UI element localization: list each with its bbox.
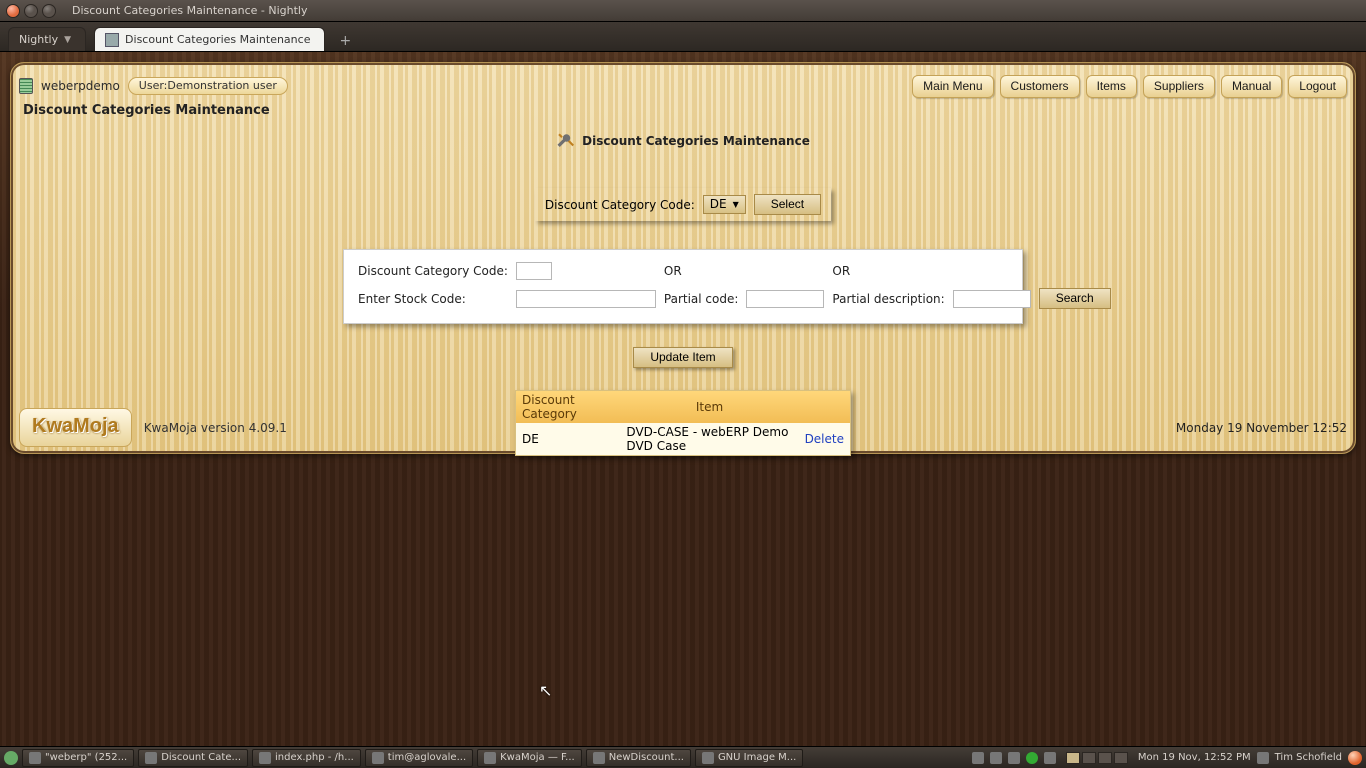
task-label: GNU Image M... [718, 752, 796, 763]
window-title: Discount Categories Maintenance - Nightl… [72, 4, 308, 17]
start-icon[interactable] [4, 751, 18, 765]
partial-code-label: Partial code: [660, 284, 743, 313]
window-minimize-icon[interactable] [24, 4, 38, 18]
clock[interactable]: Mon 19 Nov, 12:52 PM [1138, 752, 1251, 763]
breadcrumb: weberpdemo User:Demonstration user [19, 77, 288, 95]
tools-icon [556, 132, 574, 150]
cat-code-label: Discount Category Code: [354, 258, 512, 284]
update-item-button[interactable]: Update Item [633, 347, 732, 368]
top-nav: Main Menu Customers Items Suppliers Manu… [912, 75, 1347, 98]
task-label: KwaMoja — F... [500, 752, 575, 763]
tab-active-label: Discount Categories Maintenance [125, 33, 310, 46]
search-button[interactable]: Search [1039, 288, 1111, 309]
user-name: Demonstration user [167, 79, 277, 92]
window-close-icon[interactable] [6, 4, 20, 18]
stock-code-input[interactable] [516, 290, 656, 308]
task-item[interactable]: NewDiscount... [586, 749, 691, 767]
task-item[interactable]: index.php - /h... [252, 749, 361, 767]
new-tab-button[interactable]: + [333, 33, 357, 51]
task-item[interactable]: Discount Cate... [138, 749, 248, 767]
nav-customers[interactable]: Customers [1000, 75, 1080, 98]
app-icon [29, 752, 41, 764]
cat-code-input[interactable] [516, 262, 552, 280]
nav-items[interactable]: Items [1086, 75, 1137, 98]
app-card: weberpdemo User:Demonstration user Main … [10, 62, 1356, 454]
session-user[interactable]: Tim Schofield [1275, 752, 1342, 763]
select-label: Discount Category Code: [545, 198, 695, 212]
user-chip[interactable]: User:Demonstration user [128, 77, 288, 95]
search-panel: Discount Category Code: OR OR Enter Stoc… [343, 249, 1023, 324]
page-icon [105, 33, 119, 47]
select-row: Discount Category Code: DE ▼ Select [19, 188, 1347, 221]
tray-icon[interactable] [1257, 752, 1269, 764]
task-item[interactable]: tim@aglovale... [365, 749, 473, 767]
chevron-down-icon: ▼ [733, 200, 739, 209]
task-label: tim@aglovale... [388, 752, 466, 763]
app-header: weberpdemo User:Demonstration user Main … [19, 71, 1347, 101]
tab-nightly[interactable]: Nightly ▼ [8, 27, 86, 51]
task-label: NewDiscount... [609, 752, 684, 763]
browser-tabstrip: Nightly ▼ Discount Categories Maintenanc… [0, 22, 1366, 52]
window-maximize-icon[interactable] [42, 4, 56, 18]
task-item[interactable]: "weberp" (252... [22, 749, 134, 767]
category-code-value: DE [710, 197, 727, 211]
os-taskbar: "weberp" (252... Discount Cate... index.… [0, 746, 1366, 768]
chevron-down-icon: ▼ [64, 35, 71, 45]
system-tray: Mon 19 Nov, 12:52 PM Tim Schofield [972, 751, 1362, 765]
nav-logout[interactable]: Logout [1288, 75, 1347, 98]
partial-desc-label: Partial description: [828, 284, 948, 313]
power-icon[interactable] [1348, 751, 1362, 765]
window-titlebar: Discount Categories Maintenance - Nightl… [0, 0, 1366, 22]
partial-desc-input[interactable] [953, 290, 1031, 308]
workspace-switcher[interactable] [1066, 752, 1128, 764]
version-text: KwaMoja version 4.09.1 [144, 421, 287, 435]
task-item[interactable]: KwaMoja — F... [477, 749, 582, 767]
category-code-select[interactable]: DE ▼ [703, 195, 746, 214]
logo: KwaMoja [19, 408, 132, 447]
tray-icon[interactable] [972, 752, 984, 764]
partial-code-input[interactable] [746, 290, 824, 308]
tray-icon[interactable] [1008, 752, 1020, 764]
app-icon [702, 752, 714, 764]
or-label-1: OR [660, 258, 743, 284]
database-icon [19, 78, 33, 94]
stock-code-label: Enter Stock Code: [354, 284, 512, 313]
task-item[interactable]: GNU Image M... [695, 749, 803, 767]
app-icon [484, 752, 496, 764]
tab-nightly-label: Nightly [19, 33, 58, 46]
task-label: "weberp" (252... [45, 752, 127, 763]
user-prefix: User: [139, 79, 168, 92]
select-box: Discount Category Code: DE ▼ Select [535, 188, 831, 221]
mouse-cursor-icon: ↖ [539, 681, 552, 700]
update-row: Update Item [19, 346, 1347, 368]
page-title: Discount Categories Maintenance [23, 103, 1347, 118]
task-label: index.php - /h... [275, 752, 354, 763]
db-name: weberpdemo [41, 79, 120, 93]
footer-datetime: Monday 19 November 12:52 [1176, 421, 1347, 435]
center-heading: Discount Categories Maintenance [19, 132, 1347, 150]
app-icon [372, 752, 384, 764]
nav-suppliers[interactable]: Suppliers [1143, 75, 1215, 98]
app-icon [259, 752, 271, 764]
or-label-2: OR [828, 258, 948, 284]
nav-main-menu[interactable]: Main Menu [912, 75, 993, 98]
tray-icon[interactable] [1044, 752, 1056, 764]
select-button[interactable]: Select [754, 194, 821, 215]
tray-icon[interactable] [1026, 752, 1038, 764]
task-label: Discount Cate... [161, 752, 241, 763]
app-icon [145, 752, 157, 764]
tab-discount-categories[interactable]: Discount Categories Maintenance [94, 27, 325, 51]
tray-icon[interactable] [990, 752, 1002, 764]
nav-manual[interactable]: Manual [1221, 75, 1282, 98]
app-icon [593, 752, 605, 764]
center-heading-text: Discount Categories Maintenance [582, 134, 810, 148]
app-footer: KwaMoja KwaMoja version 4.09.1 Monday 19… [19, 408, 1347, 447]
